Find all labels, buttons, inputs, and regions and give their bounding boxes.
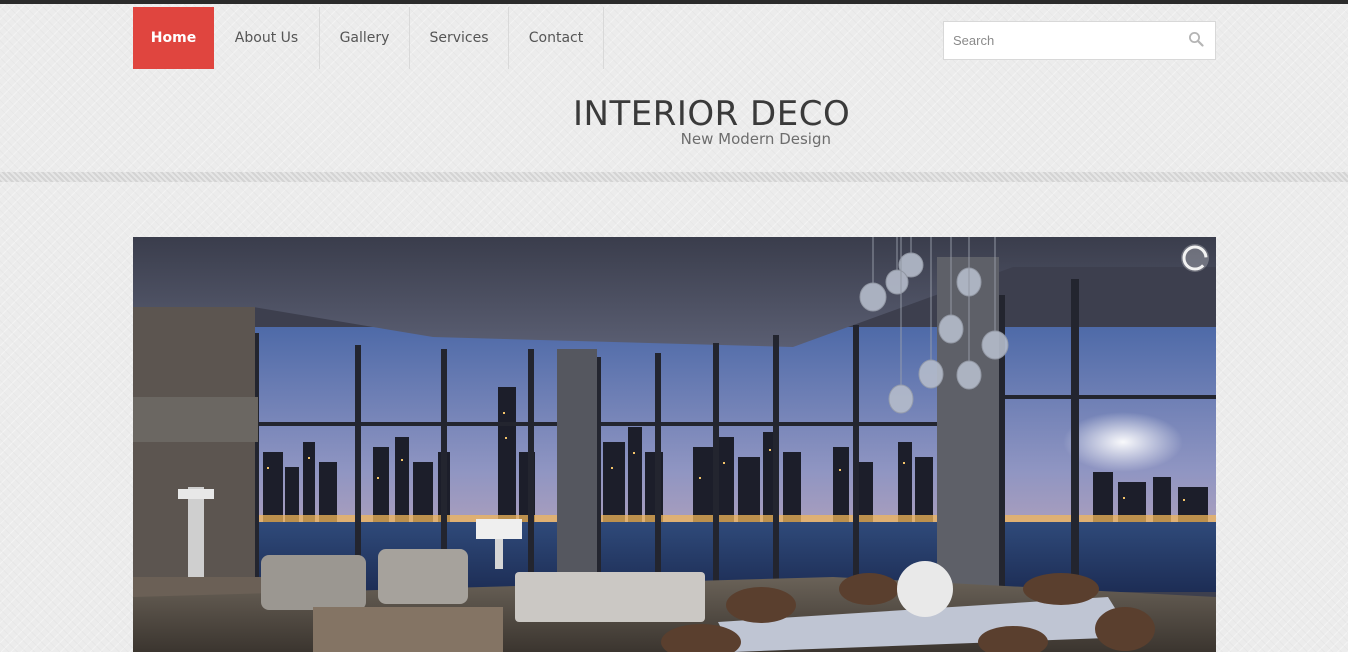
- header-divider: [0, 172, 1348, 182]
- site-logo[interactable]: INTERIOR DECO New Modern Design: [573, 94, 851, 154]
- nav-about-us[interactable]: About Us: [214, 7, 320, 69]
- top-bar: [0, 0, 1348, 4]
- nav-contact-label: Contact: [528, 30, 584, 46]
- nav-contact[interactable]: Contact: [509, 7, 604, 69]
- nav-home-label: Home: [150, 30, 197, 46]
- search-box: [943, 21, 1216, 60]
- nav-gallery[interactable]: Gallery: [320, 7, 410, 69]
- search-input[interactable]: [944, 22, 1174, 59]
- nav-services[interactable]: Services: [410, 7, 509, 69]
- search-icon[interactable]: [1188, 31, 1204, 47]
- slider-timer-icon[interactable]: [1179, 242, 1211, 274]
- hero-slider[interactable]: [133, 237, 1216, 652]
- hero-image: [133, 237, 1216, 652]
- nav-home[interactable]: Home: [133, 7, 214, 69]
- logo-subtitle: New Modern Design: [680, 130, 831, 148]
- main-nav: Home About Us Gallery Services Contact: [133, 7, 604, 69]
- nav-gallery-label: Gallery: [339, 30, 390, 46]
- nav-about-us-label: About Us: [234, 30, 299, 46]
- nav-services-label: Services: [429, 30, 489, 46]
- logo-title: INTERIOR DECO: [573, 94, 851, 134]
